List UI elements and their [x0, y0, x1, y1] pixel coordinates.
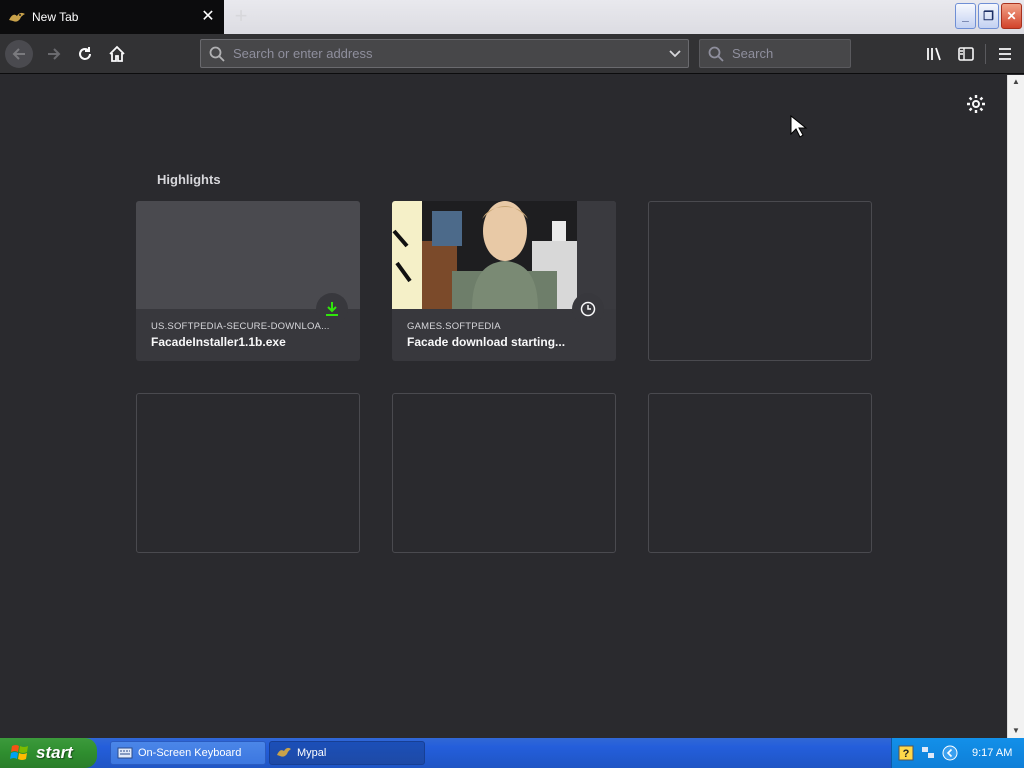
- forward-button[interactable]: [40, 40, 68, 68]
- new-tab-page: Highlights US.SOFTPEDIA-SECURE-DOWNLOA..…: [0, 75, 1007, 738]
- back-arrow-icon: [12, 48, 25, 60]
- card-host: US.SOFTPEDIA-SECURE-DOWNLOA...: [151, 321, 330, 332]
- empty-highlight-slot: [648, 393, 872, 553]
- card-title: Facade download starting...: [407, 335, 566, 349]
- highlights-heading: Highlights: [157, 172, 221, 187]
- tab-new-tab[interactable]: New Tab ✕: [0, 0, 224, 34]
- tab-title: New Tab: [32, 10, 79, 24]
- restore-button[interactable]: ❐: [978, 3, 999, 29]
- taskbar-item-on-screen-keyboard[interactable]: On-Screen Keyboard: [110, 741, 266, 765]
- mypal-logo-icon: [277, 747, 291, 757]
- start-label: start: [36, 743, 73, 762]
- tray-expand-icon[interactable]: [942, 745, 958, 761]
- taskbar: start On-Screen Keyboard Mypal ? 9:17 AM: [0, 738, 1024, 768]
- home-icon: [109, 45, 125, 62]
- keyboard-icon: [117, 747, 133, 759]
- close-window-button[interactable]: ✕: [1001, 3, 1022, 29]
- mouse-cursor-icon: [790, 115, 808, 138]
- scroll-down-icon[interactable]: ▼: [1011, 726, 1021, 736]
- system-clock: 9:17 AM: [972, 747, 1013, 759]
- search-bar[interactable]: [699, 39, 851, 68]
- system-tray: ? 9:17 AM: [891, 738, 1024, 768]
- back-button[interactable]: [5, 40, 33, 68]
- highlight-card[interactable]: GAMES.SOFTPEDIA Facade download starting…: [392, 201, 616, 361]
- sidebar-icon: [958, 47, 974, 61]
- task-label: On-Screen Keyboard: [138, 747, 242, 759]
- empty-highlight-slot: [392, 393, 616, 553]
- card-host: GAMES.SOFTPEDIA: [407, 321, 501, 332]
- close-tab-icon[interactable]: ✕: [198, 7, 218, 27]
- start-button[interactable]: start: [0, 738, 97, 768]
- windows-logo-icon: [10, 745, 28, 760]
- forward-arrow-icon: [48, 48, 61, 60]
- gear-icon[interactable]: [966, 94, 986, 114]
- mypal-logo-icon: [9, 12, 25, 22]
- minimize-button[interactable]: _: [955, 3, 976, 29]
- tab-strip: New Tab ✕ + _ ❐ ✕: [0, 0, 1024, 34]
- chevron-down-icon: [669, 49, 681, 57]
- url-dropdown-button[interactable]: [662, 41, 688, 67]
- network-icon[interactable]: [920, 745, 936, 761]
- taskbar-item-mypal[interactable]: Mypal: [269, 741, 425, 765]
- address-bar[interactable]: [200, 39, 689, 68]
- search-input[interactable]: [732, 46, 850, 61]
- reload-button[interactable]: [71, 40, 99, 68]
- hamburger-menu-icon: [999, 48, 1011, 60]
- empty-highlight-slot: [136, 393, 360, 553]
- task-label: Mypal: [297, 747, 327, 759]
- new-tab-button[interactable]: +: [228, 4, 254, 30]
- clock-icon: [580, 301, 596, 317]
- search-icon: [209, 46, 225, 62]
- svg-text:?: ?: [903, 748, 910, 760]
- reload-icon: [79, 47, 91, 60]
- navigation-toolbar: [0, 34, 1024, 74]
- main-menu-button[interactable]: [991, 40, 1019, 68]
- card-badge: [572, 293, 604, 325]
- card-title: FacadeInstaller1.1b.exe: [151, 335, 286, 349]
- highlight-card[interactable]: US.SOFTPEDIA-SECURE-DOWNLOA... FacadeIns…: [136, 201, 360, 361]
- library-icon: [927, 47, 941, 61]
- window-controls: _ ❐ ✕: [955, 3, 1022, 29]
- address-input[interactable]: [233, 46, 662, 61]
- toolbar-separator: [985, 44, 986, 64]
- vertical-scrollbar[interactable]: ▲ ▼: [1007, 75, 1024, 738]
- empty-highlight-slot: [648, 201, 872, 361]
- home-button[interactable]: [103, 40, 131, 68]
- download-icon: [326, 302, 338, 316]
- scroll-up-icon[interactable]: ▲: [1011, 77, 1021, 87]
- help-icon[interactable]: ?: [898, 745, 914, 761]
- sidebar-toggle-button[interactable]: [952, 40, 980, 68]
- library-button[interactable]: [920, 40, 948, 68]
- search-icon: [708, 46, 724, 62]
